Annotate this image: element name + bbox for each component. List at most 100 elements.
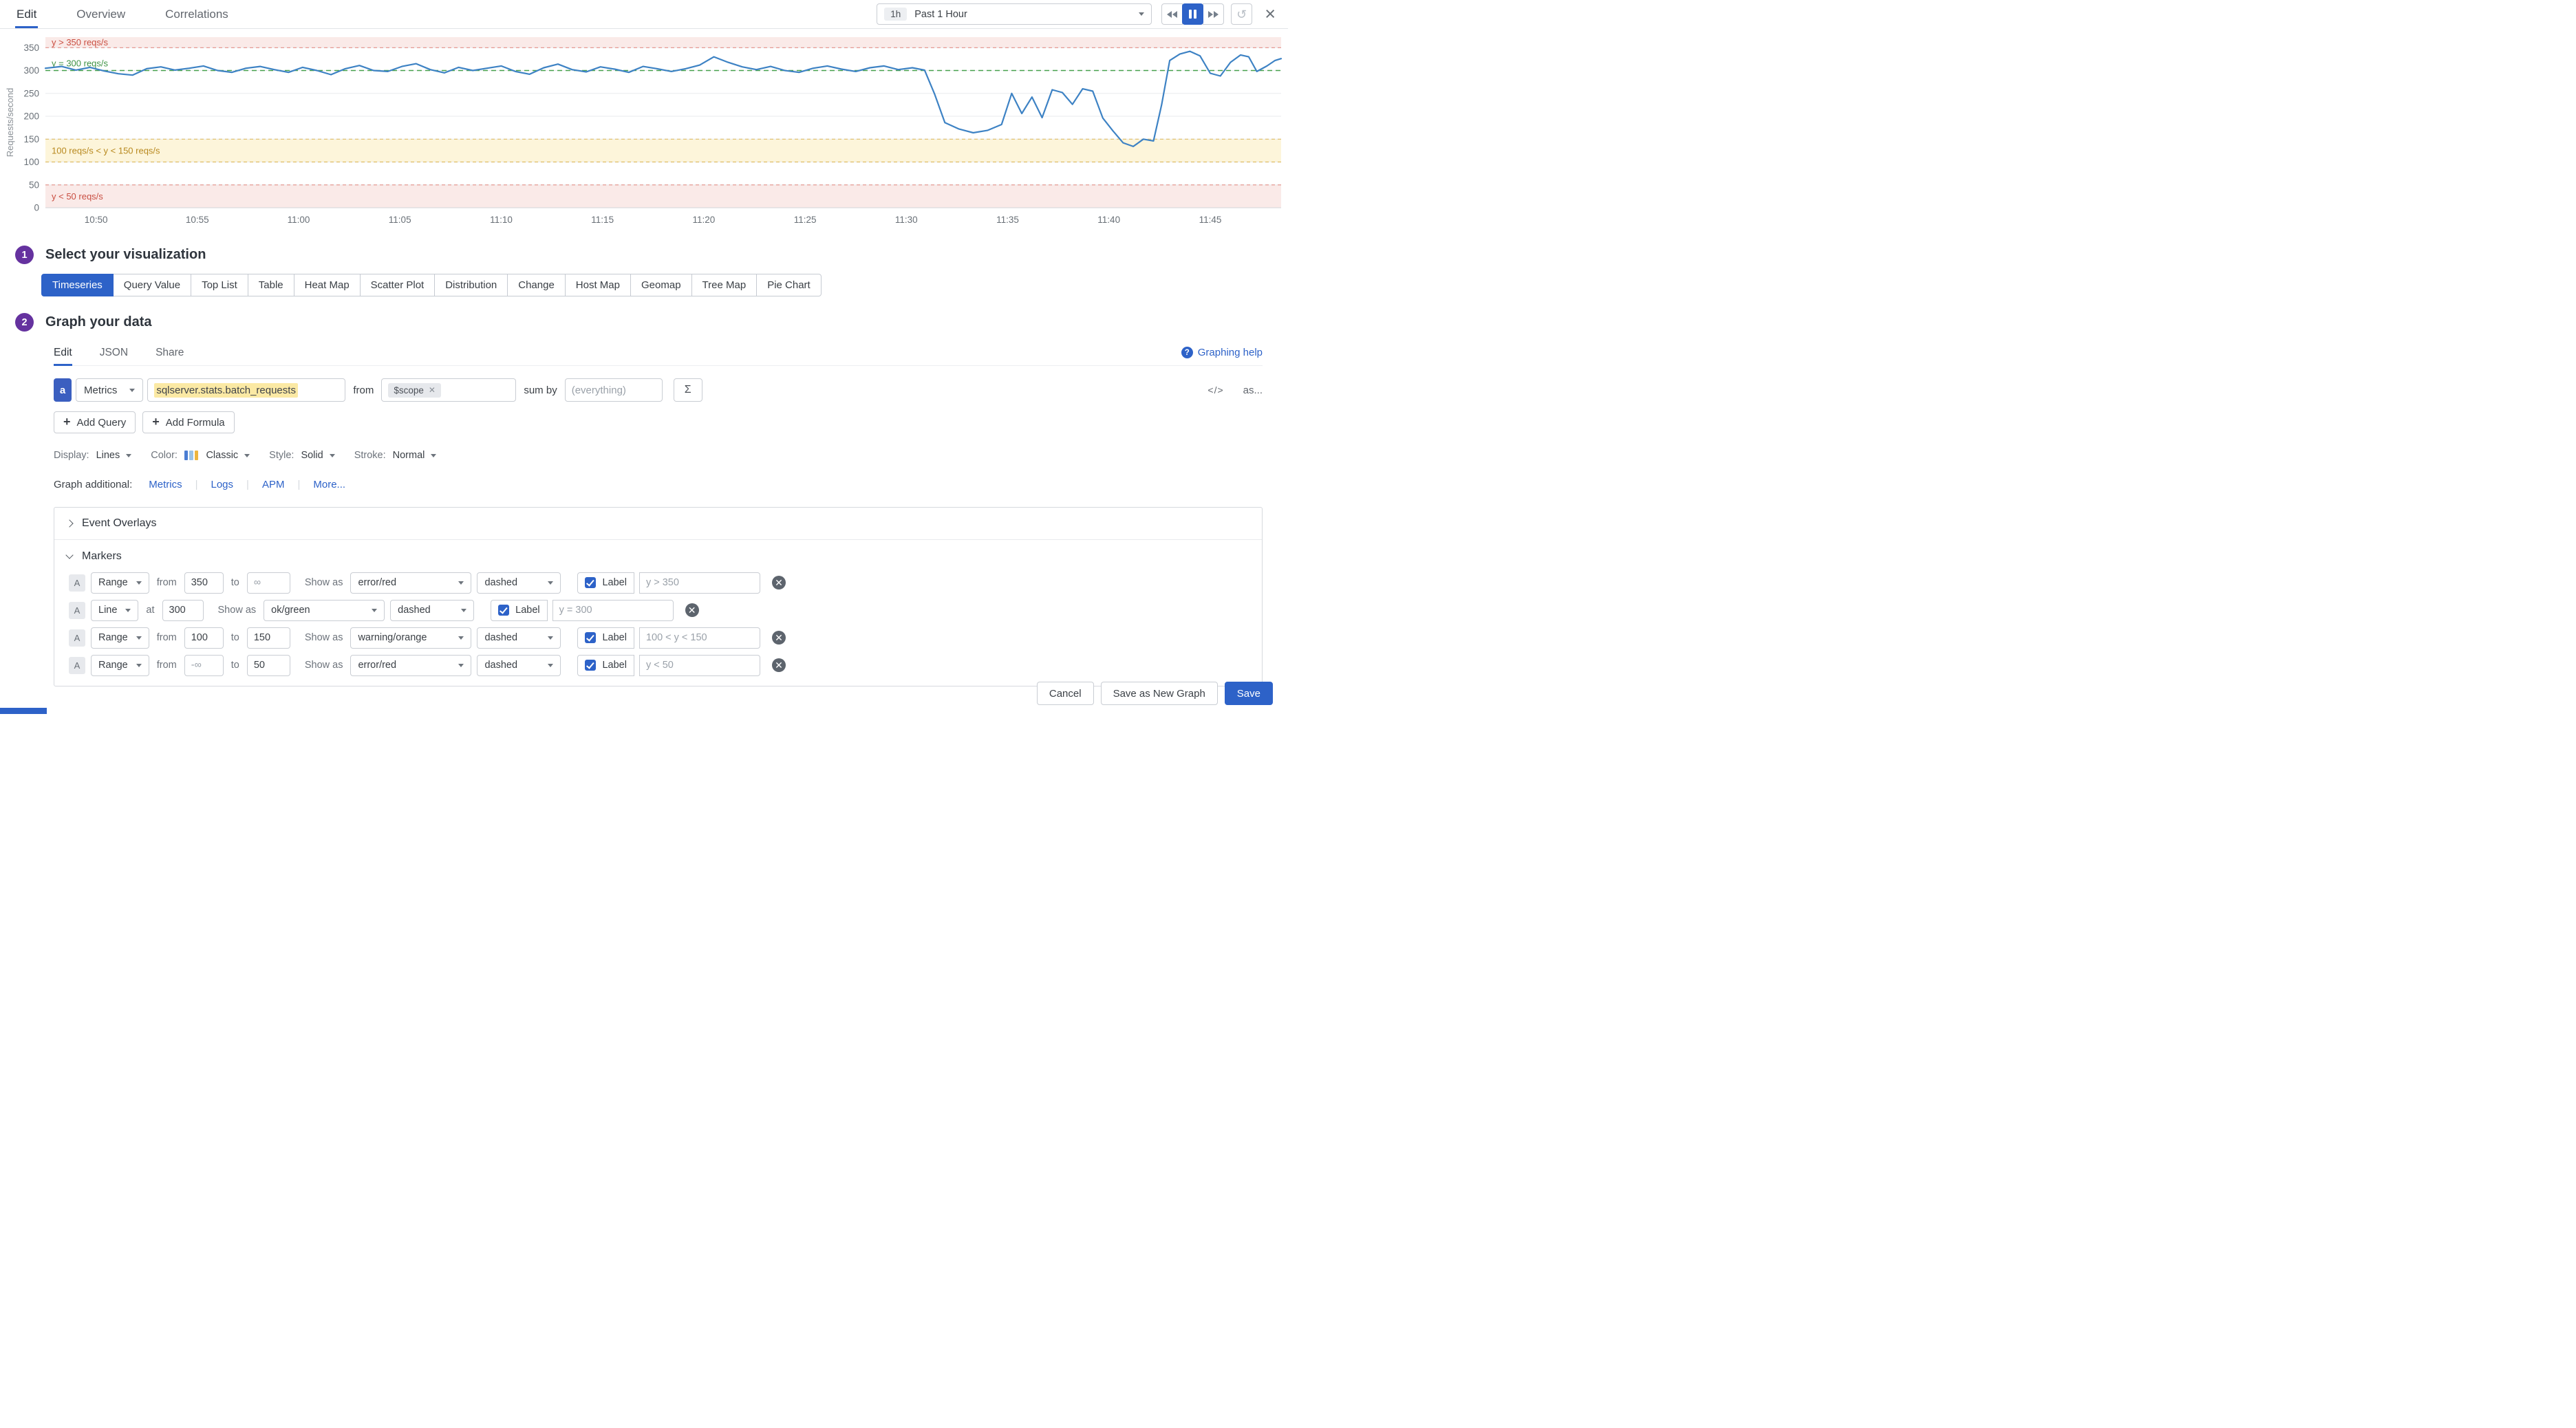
code-view-icon[interactable]: </> — [1208, 385, 1223, 396]
marker-label-input[interactable]: 100 < y < 150 — [639, 627, 760, 649]
marker-label-toggle[interactable]: Label — [491, 600, 547, 621]
save-button[interactable]: Save — [1225, 682, 1273, 705]
marker-from-input[interactable]: -∞ — [184, 655, 224, 676]
marker-type-value: Line — [98, 605, 117, 616]
marker-axis-chip: A — [69, 602, 85, 619]
close-icon[interactable]: × — [1265, 5, 1276, 23]
svg-text:11:15: 11:15 — [591, 215, 614, 225]
marker-type-select[interactable]: Line — [91, 600, 138, 621]
viz-heat-map-button[interactable]: Heat Map — [294, 274, 361, 296]
display-type-select[interactable]: Lines — [96, 450, 132, 461]
marker-label-toggle[interactable]: Label — [577, 572, 634, 594]
data-source-select[interactable]: Metrics — [76, 378, 143, 402]
add-formula-button[interactable]: + Add Formula — [142, 411, 234, 433]
marker-type-select[interactable]: Range — [91, 627, 149, 649]
cancel-button[interactable]: Cancel — [1037, 682, 1094, 705]
remove-scope-icon[interactable]: ✕ — [429, 386, 436, 394]
marker-to-input[interactable]: 50 — [247, 655, 290, 676]
marker-style-select[interactable]: error/red — [350, 655, 471, 676]
viz-top-list-button[interactable]: Top List — [191, 274, 248, 296]
add-function-button[interactable]: Σ — [674, 378, 702, 402]
stroke-select[interactable]: Normal — [393, 450, 437, 461]
marker-to-input[interactable]: 150 — [247, 627, 290, 649]
color-value: Classic — [206, 450, 238, 461]
graph-additional-logs-link[interactable]: Logs — [211, 479, 234, 490]
tab-edit[interactable]: Edit — [17, 0, 36, 28]
viz-table-button[interactable]: Table — [248, 274, 294, 296]
marker-stroke-select[interactable]: dashed — [390, 600, 474, 621]
viz-geomap-button[interactable]: Geomap — [630, 274, 692, 296]
color-select[interactable]: Classic — [184, 450, 250, 461]
marker-stroke-select[interactable]: dashed — [477, 572, 561, 594]
marker-label-toggle[interactable]: Label — [577, 655, 634, 676]
viz-timeseries-button[interactable]: Timeseries — [41, 274, 114, 296]
viz-host-map-button[interactable]: Host Map — [565, 274, 631, 296]
marker-type-value: Range — [98, 660, 128, 671]
event-overlays-toggle[interactable]: Event Overlays — [54, 508, 1262, 539]
marker-at-input[interactable]: 300 — [162, 600, 204, 621]
marker-axis-chip: A — [69, 574, 85, 592]
marker-style-select[interactable]: ok/green — [264, 600, 385, 621]
alias-as-link[interactable]: as... — [1243, 385, 1263, 396]
editor-tab-share[interactable]: Share — [155, 340, 184, 365]
time-shortcut-chip[interactable]: 1h — [884, 8, 907, 21]
tab-correlations[interactable]: Correlations — [165, 0, 228, 28]
rewind-button[interactable] — [1161, 3, 1183, 25]
marker-from-input[interactable]: 350 — [184, 572, 224, 594]
tab-overview[interactable]: Overview — [76, 0, 125, 28]
graph-additional-more-link[interactable]: More... — [313, 479, 345, 490]
step-1-badge: 1 — [15, 246, 34, 264]
add-query-button[interactable]: + Add Query — [54, 411, 136, 433]
scope-tag[interactable]: $scope ✕ — [388, 383, 441, 398]
viz-change-button[interactable]: Change — [507, 274, 566, 296]
marker-label-input[interactable]: y < 50 — [639, 655, 760, 676]
graph-additional-apm-link[interactable]: APM — [262, 479, 285, 490]
svg-text:250: 250 — [23, 88, 39, 98]
pause-button[interactable] — [1182, 3, 1203, 25]
svg-text:11:40: 11:40 — [1097, 215, 1120, 225]
metric-input[interactable]: sqlserver.stats.batch_requests — [147, 378, 345, 402]
add-row: + Add Query + Add Formula — [54, 411, 1263, 433]
refresh-button[interactable]: ↺ — [1231, 3, 1252, 25]
viz-pie-chart-button[interactable]: Pie Chart — [756, 274, 822, 296]
marker-type-select[interactable]: Range — [91, 655, 149, 676]
viz-distribution-button[interactable]: Distribution — [434, 274, 508, 296]
editor-tab-edit[interactable]: Edit — [54, 340, 72, 365]
marker-style-select[interactable]: warning/orange — [350, 627, 471, 649]
markers-toggle[interactable]: Markers — [67, 550, 1249, 563]
style-select[interactable]: Solid — [301, 450, 334, 461]
checkbox-checked-icon[interactable] — [585, 660, 596, 671]
checkbox-checked-icon[interactable] — [498, 605, 509, 616]
graph-additional-metrics-link[interactable]: Metrics — [149, 479, 182, 490]
time-range-picker[interactable]: 1h Past 1 Hour — [877, 3, 1152, 25]
marker-label-input[interactable]: y = 300 — [552, 600, 674, 621]
delete-marker-icon[interactable]: ✕ — [772, 631, 786, 645]
playback-controls: ↺ — [1161, 3, 1252, 25]
marker-stroke-select[interactable]: dashed — [477, 627, 561, 649]
viz-tree-map-button[interactable]: Tree Map — [691, 274, 758, 296]
viz-query-value-button[interactable]: Query Value — [113, 274, 191, 296]
checkbox-checked-icon[interactable] — [585, 632, 596, 643]
save-as-new-graph-button[interactable]: Save as New Graph — [1101, 682, 1218, 705]
group-by-input[interactable]: (everything) — [565, 378, 663, 402]
marker-stroke-select[interactable]: dashed — [477, 655, 561, 676]
editor-tab-json[interactable]: JSON — [100, 340, 128, 365]
marker-label-toggle[interactable]: Label — [577, 627, 634, 649]
chevron-down-icon — [136, 664, 142, 667]
delete-marker-icon[interactable]: ✕ — [772, 658, 786, 672]
marker-from-input[interactable]: 100 — [184, 627, 224, 649]
checkbox-checked-icon[interactable] — [585, 577, 596, 588]
timeseries-chart[interactable]: 050100150200250300350y > 350 reqs/s100 r… — [3, 32, 1285, 231]
marker-label-input[interactable]: y > 350 — [639, 572, 760, 594]
marker-style-select[interactable]: error/red — [350, 572, 471, 594]
chevron-down-icon — [548, 664, 553, 667]
viz-scatter-plot-button[interactable]: Scatter Plot — [360, 274, 436, 296]
fast-forward-button[interactable] — [1203, 3, 1224, 25]
marker-to-input[interactable]: ∞ — [247, 572, 290, 594]
scope-input[interactable]: $scope ✕ — [381, 378, 516, 402]
delete-marker-icon[interactable]: ✕ — [685, 603, 699, 617]
color-label: Color: — [151, 450, 178, 461]
delete-marker-icon[interactable]: ✕ — [772, 576, 786, 589]
graphing-help-link[interactable]: ? Graphing help — [1181, 347, 1263, 358]
marker-type-select[interactable]: Range — [91, 572, 149, 594]
